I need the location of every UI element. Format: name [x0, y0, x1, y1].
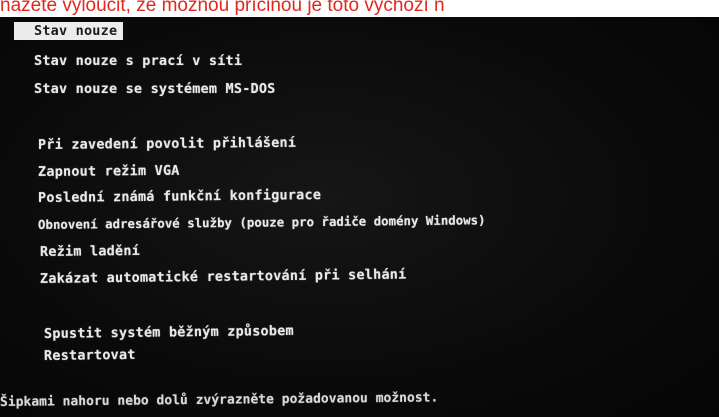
menu-item-posledni-znama-konfigurace[interactable]: Poslední známá funkční konfigurace: [38, 186, 321, 207]
menu-item-spustit-bezne[interactable]: Spustit systém běžným způsobem: [44, 322, 294, 343]
menu-item-stav-nouze-ms-dos[interactable]: Stav nouze se systémem MS-DOS: [34, 80, 276, 98]
menu-item-restartovat[interactable]: Restartovat: [44, 346, 136, 365]
menu-item-povolit-prihlaseni[interactable]: Při zavedení povolit přihlášení: [38, 134, 296, 154]
menu-item-rezim-vga[interactable]: Zapnout režim VGA: [38, 162, 180, 181]
menu-item-obnoveni-adresarove-sluzby[interactable]: Obnovení adresářové služby (pouze pro řa…: [38, 211, 486, 234]
menu-item-stav-nouze-sit[interactable]: Stav nouze s prací v síti: [34, 52, 242, 70]
menu-item-zakazat-restartovani[interactable]: Zakázat automatické restartování při sel…: [40, 266, 407, 288]
menu-item-rezim-ladeni[interactable]: Režim ladění: [40, 242, 140, 261]
navigation-hint: Šipkami nahoru nebo dolů zvýrazněte poža…: [0, 390, 439, 410]
menu-item-stav-nouze[interactable]: Stav nouze: [14, 22, 124, 40]
caption-text: nažete vyloučit, že možnou příčinou je t…: [0, 0, 719, 17]
boot-options-screen: Stav nouze Stav nouze s prací v síti Sta…: [0, 17, 719, 417]
